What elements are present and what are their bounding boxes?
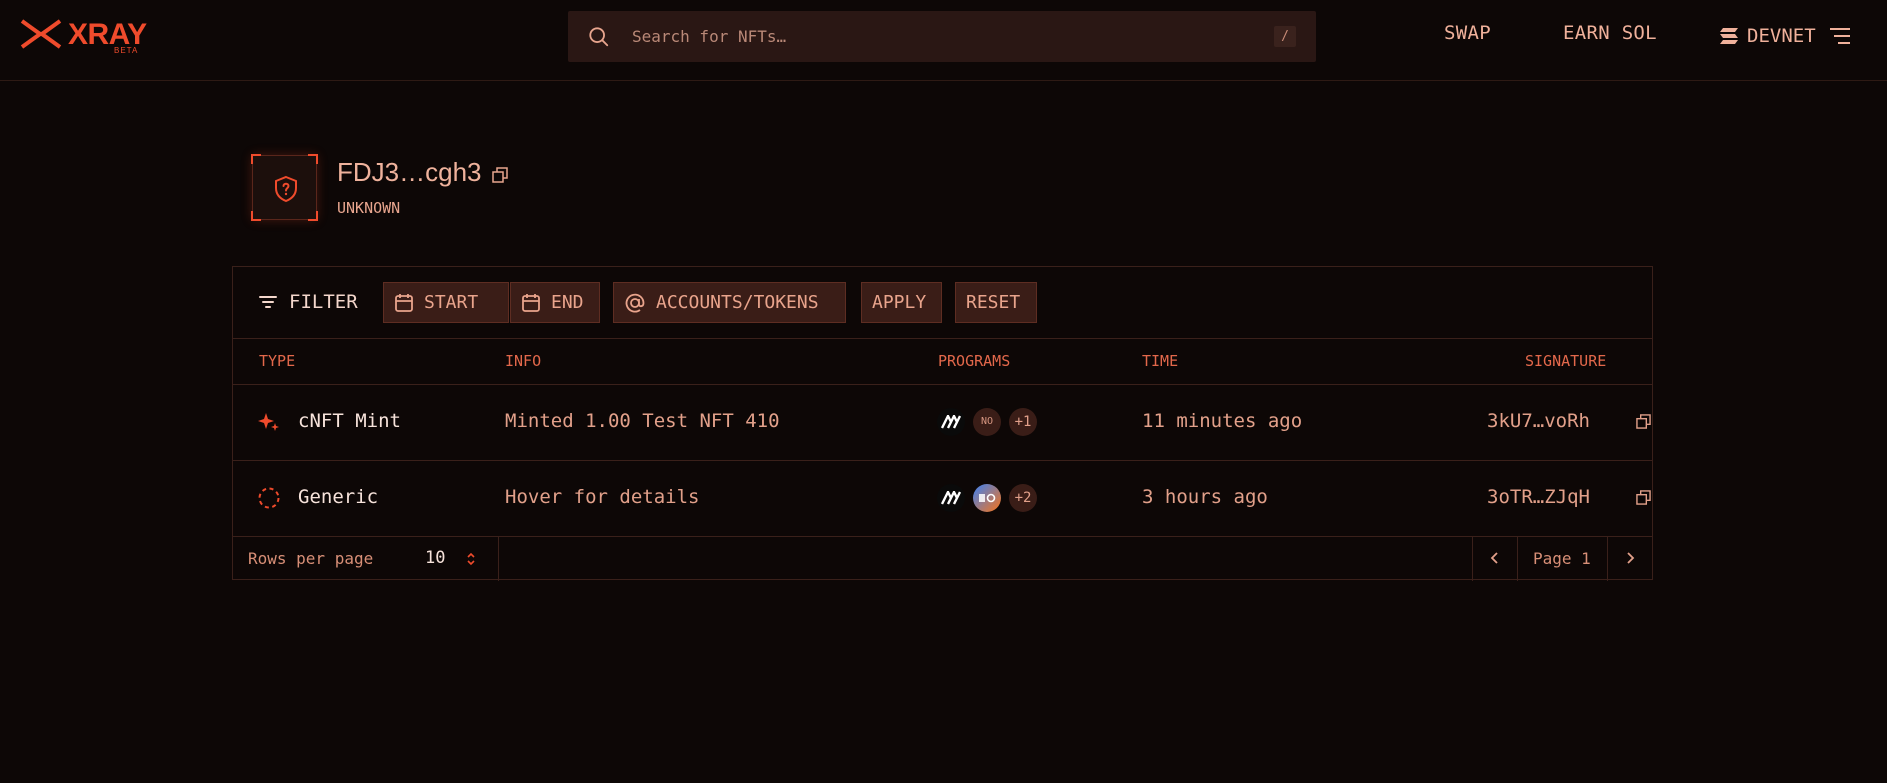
account-address: FDJ3…cgh3 xyxy=(337,157,482,187)
transaction-info: Minted 1.00 Test NFT 410 xyxy=(505,410,780,432)
metaplex-icon xyxy=(940,489,962,505)
rows-per-page-value: 10 xyxy=(425,548,446,568)
copy-signature-icon[interactable] xyxy=(1636,490,1651,505)
transaction-type: cNFT Mint xyxy=(298,410,401,432)
token-program-icon xyxy=(979,493,996,503)
rows-per-page-label: Rows per page xyxy=(248,549,374,568)
reset-button[interactable]: RESET xyxy=(955,282,1037,323)
program-logo-icon[interactable] xyxy=(937,408,965,436)
copy-address-icon[interactable] xyxy=(492,167,508,183)
calendar-icon xyxy=(522,293,540,312)
filter-toggle[interactable]: FILTER xyxy=(259,291,358,313)
calendar-icon xyxy=(395,293,413,312)
avatar-corner xyxy=(308,211,318,221)
column-info: INFO xyxy=(505,352,542,370)
solana-icon xyxy=(1720,28,1738,44)
copy-signature-icon[interactable] xyxy=(1636,414,1651,429)
avatar-corner xyxy=(251,211,261,221)
menu-icon[interactable] xyxy=(1829,26,1851,46)
apply-button[interactable]: APPLY xyxy=(861,282,942,323)
reset-label: RESET xyxy=(966,292,1021,313)
search-input[interactable] xyxy=(632,11,1232,62)
xray-logo[interactable]: XRAY BETA xyxy=(20,18,150,56)
filter-icon xyxy=(259,296,277,308)
rows-per-page-selector[interactable]: Rows per page 10 xyxy=(233,536,499,581)
account-avatar xyxy=(251,154,318,221)
program-more-badge[interactable]: +2 xyxy=(1009,484,1037,512)
transaction-time: 3 hours ago xyxy=(1142,486,1268,508)
accounts-tokens-label: ACCOUNTS/TOKENS xyxy=(656,292,819,313)
transaction-info[interactable]: Hover for details xyxy=(505,486,699,508)
dashed-circle-icon xyxy=(258,487,280,509)
column-time: TIME xyxy=(1142,352,1179,370)
nav-swap-link[interactable]: SWAP xyxy=(1444,22,1491,44)
avatar-corner xyxy=(251,154,261,164)
network-selector[interactable]: DEVNET xyxy=(1719,22,1816,50)
nav-earn-sol-link[interactable]: EARN SOL xyxy=(1563,22,1657,44)
table-header: TYPE INFO PROGRAMS TIME SIGNATURE xyxy=(233,338,1652,385)
avatar-corner xyxy=(308,154,318,164)
sparkles-icon xyxy=(258,413,279,431)
transaction-time: 11 minutes ago xyxy=(1142,410,1303,432)
start-date-button[interactable]: START xyxy=(383,282,509,323)
column-programs: PROGRAMS xyxy=(938,352,1011,370)
at-sign-icon xyxy=(625,293,645,313)
filter-title: FILTER xyxy=(289,291,358,313)
network-label: DEVNET xyxy=(1747,25,1816,47)
start-date-label: START xyxy=(424,292,479,313)
program-badge[interactable]: NO xyxy=(973,408,1001,436)
transaction-type: Generic xyxy=(298,486,379,508)
previous-page-button[interactable] xyxy=(1473,536,1518,581)
end-date-button[interactable]: END xyxy=(510,282,600,323)
search-bar[interactable]: / xyxy=(568,11,1316,62)
apply-label: APPLY xyxy=(872,292,927,313)
program-logo-icon[interactable] xyxy=(937,484,965,512)
next-page-button[interactable] xyxy=(1607,536,1652,581)
top-bar: XRAY BETA / SWAP EARN SOL DEVNET xyxy=(0,0,1887,81)
end-date-label: END xyxy=(551,292,584,313)
xray-logo-icon xyxy=(20,19,62,49)
search-icon xyxy=(589,27,609,47)
account-type: UNKNOWN xyxy=(337,199,401,217)
filter-bar: FILTER START END ACCOUNTS/TOKENS APPLY R… xyxy=(233,267,1652,339)
search-shortcut-key: / xyxy=(1274,26,1296,47)
shield-question-icon xyxy=(275,175,297,203)
page-indicator: Page 1 xyxy=(1533,549,1591,568)
metaplex-icon xyxy=(940,413,962,429)
chevron-left-icon xyxy=(1490,552,1498,564)
transaction-signature[interactable]: 3oTR…ZJqH xyxy=(1487,486,1590,508)
table-row[interactable]: cNFT Mint Minted 1.00 Test NFT 410 NO +1… xyxy=(233,384,1652,461)
column-signature: SIGNATURE xyxy=(1525,352,1607,370)
transactions-table: FILTER START END ACCOUNTS/TOKENS APPLY R… xyxy=(232,266,1653,581)
column-type: TYPE xyxy=(259,352,296,370)
chevron-right-icon xyxy=(1627,552,1635,564)
chevron-up-down-icon xyxy=(467,552,475,566)
program-more-badge[interactable]: +1 xyxy=(1009,408,1037,436)
table-footer: Rows per page 10 Page 1 xyxy=(233,536,1652,581)
program-logo-icon[interactable] xyxy=(973,484,1001,512)
table-row[interactable]: Generic Hover for details +2 3 hours ago… xyxy=(233,460,1652,537)
logo-beta-badge: BETA xyxy=(114,46,139,55)
transaction-signature[interactable]: 3kU7…voRh xyxy=(1487,410,1590,432)
accounts-tokens-button[interactable]: ACCOUNTS/TOKENS xyxy=(613,282,846,323)
pagination: Page 1 xyxy=(1472,536,1652,581)
